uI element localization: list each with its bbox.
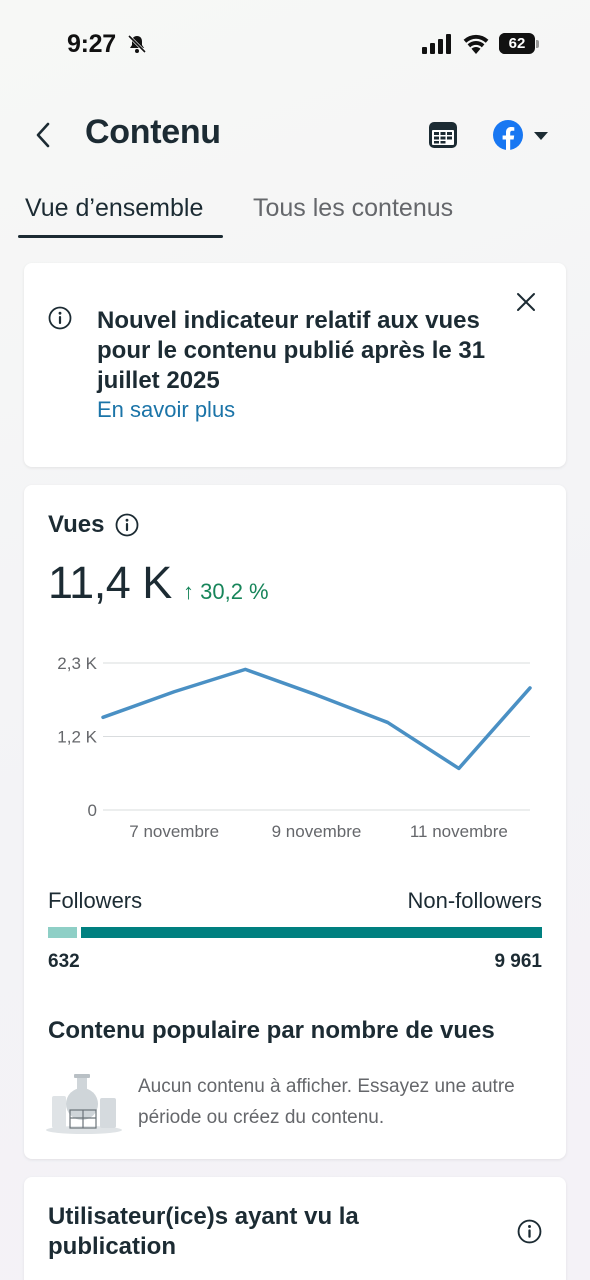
battery-percentage: 62: [508, 35, 526, 52]
followers-label: Followers: [48, 888, 143, 913]
info-icon: [48, 306, 72, 330]
battery-icon: 62: [499, 33, 539, 55]
account-switcher[interactable]: [492, 117, 552, 153]
tab-all-content[interactable]: Tous les contenus: [253, 194, 453, 223]
viewers-title: Utilisateur(ice)s ayant vu la publicatio…: [48, 1203, 359, 1260]
notice-card: Nouvel indicateur relatif aux vues pour …: [24, 263, 566, 467]
views-line-chart: 0 1,2 K 2,3 K 7 novembre 9 novembre 11 novemb…: [57, 654, 532, 841]
x-tick-label: 11 novembre: [410, 822, 508, 841]
facebook-icon: [493, 120, 523, 150]
info-icon[interactable]: [115, 513, 139, 537]
back-button[interactable]: [30, 118, 60, 152]
x-tick-label: 7 novembre: [129, 822, 219, 841]
page-title: Contenu: [85, 113, 221, 151]
empty-state-text: Aucun contenu à afficher. Essayez une au…: [138, 1076, 515, 1128]
views-card: Vues 11,4 K ↑ 30,2 % 0 1,2 K 2,3 K 7 novemb…: [24, 485, 566, 1159]
tab-selected-indicator: [18, 235, 223, 238]
y-tick-label: 0: [88, 801, 97, 820]
bell-slash-icon: [127, 34, 147, 54]
close-button[interactable]: [514, 290, 538, 314]
nonfollowers-value: 9 961: [494, 951, 542, 972]
calendar-icon[interactable]: [427, 119, 459, 151]
tab-bar: Vue d’ensemble Tous les contenus: [0, 186, 590, 241]
views-total: 11,4 K: [48, 557, 172, 608]
followers-bar-segment: [48, 927, 77, 938]
nonfollowers-bar-segment: [81, 927, 542, 938]
tab-overview[interactable]: Vue d’ensemble: [25, 194, 203, 223]
status-bar: 9:27 62: [0, 0, 590, 90]
cellular-signal-icon: [422, 34, 451, 54]
followers-value: 632: [48, 951, 80, 972]
views-change: ↑ 30,2 %: [183, 579, 269, 604]
learn-more-link[interactable]: En savoir plus: [97, 397, 235, 423]
popular-content-title: Contenu populaire par nombre de vues: [48, 1017, 495, 1044]
viewers-card: Utilisateur(ice)s ayant vu la publicatio…: [24, 1177, 566, 1280]
nonfollowers-label: Non-followers: [407, 888, 543, 913]
y-tick-label: 1,2 K: [57, 728, 97, 747]
notice-text: Nouvel indicateur relatif aux vues pour …: [97, 307, 486, 394]
info-icon[interactable]: [517, 1219, 542, 1244]
status-time: 9:27: [67, 30, 116, 58]
y-tick-label: 2,3 K: [57, 654, 97, 673]
lab-flask-illustration-icon: [46, 1074, 122, 1134]
views-label: Vues: [48, 511, 105, 538]
x-tick-label: 9 novembre: [272, 822, 362, 841]
chevron-down-icon: [534, 132, 548, 140]
audience-split-bar: [48, 927, 542, 938]
views-series-line: [101, 667, 532, 771]
wifi-icon: [463, 34, 489, 54]
header: Contenu: [0, 100, 590, 170]
